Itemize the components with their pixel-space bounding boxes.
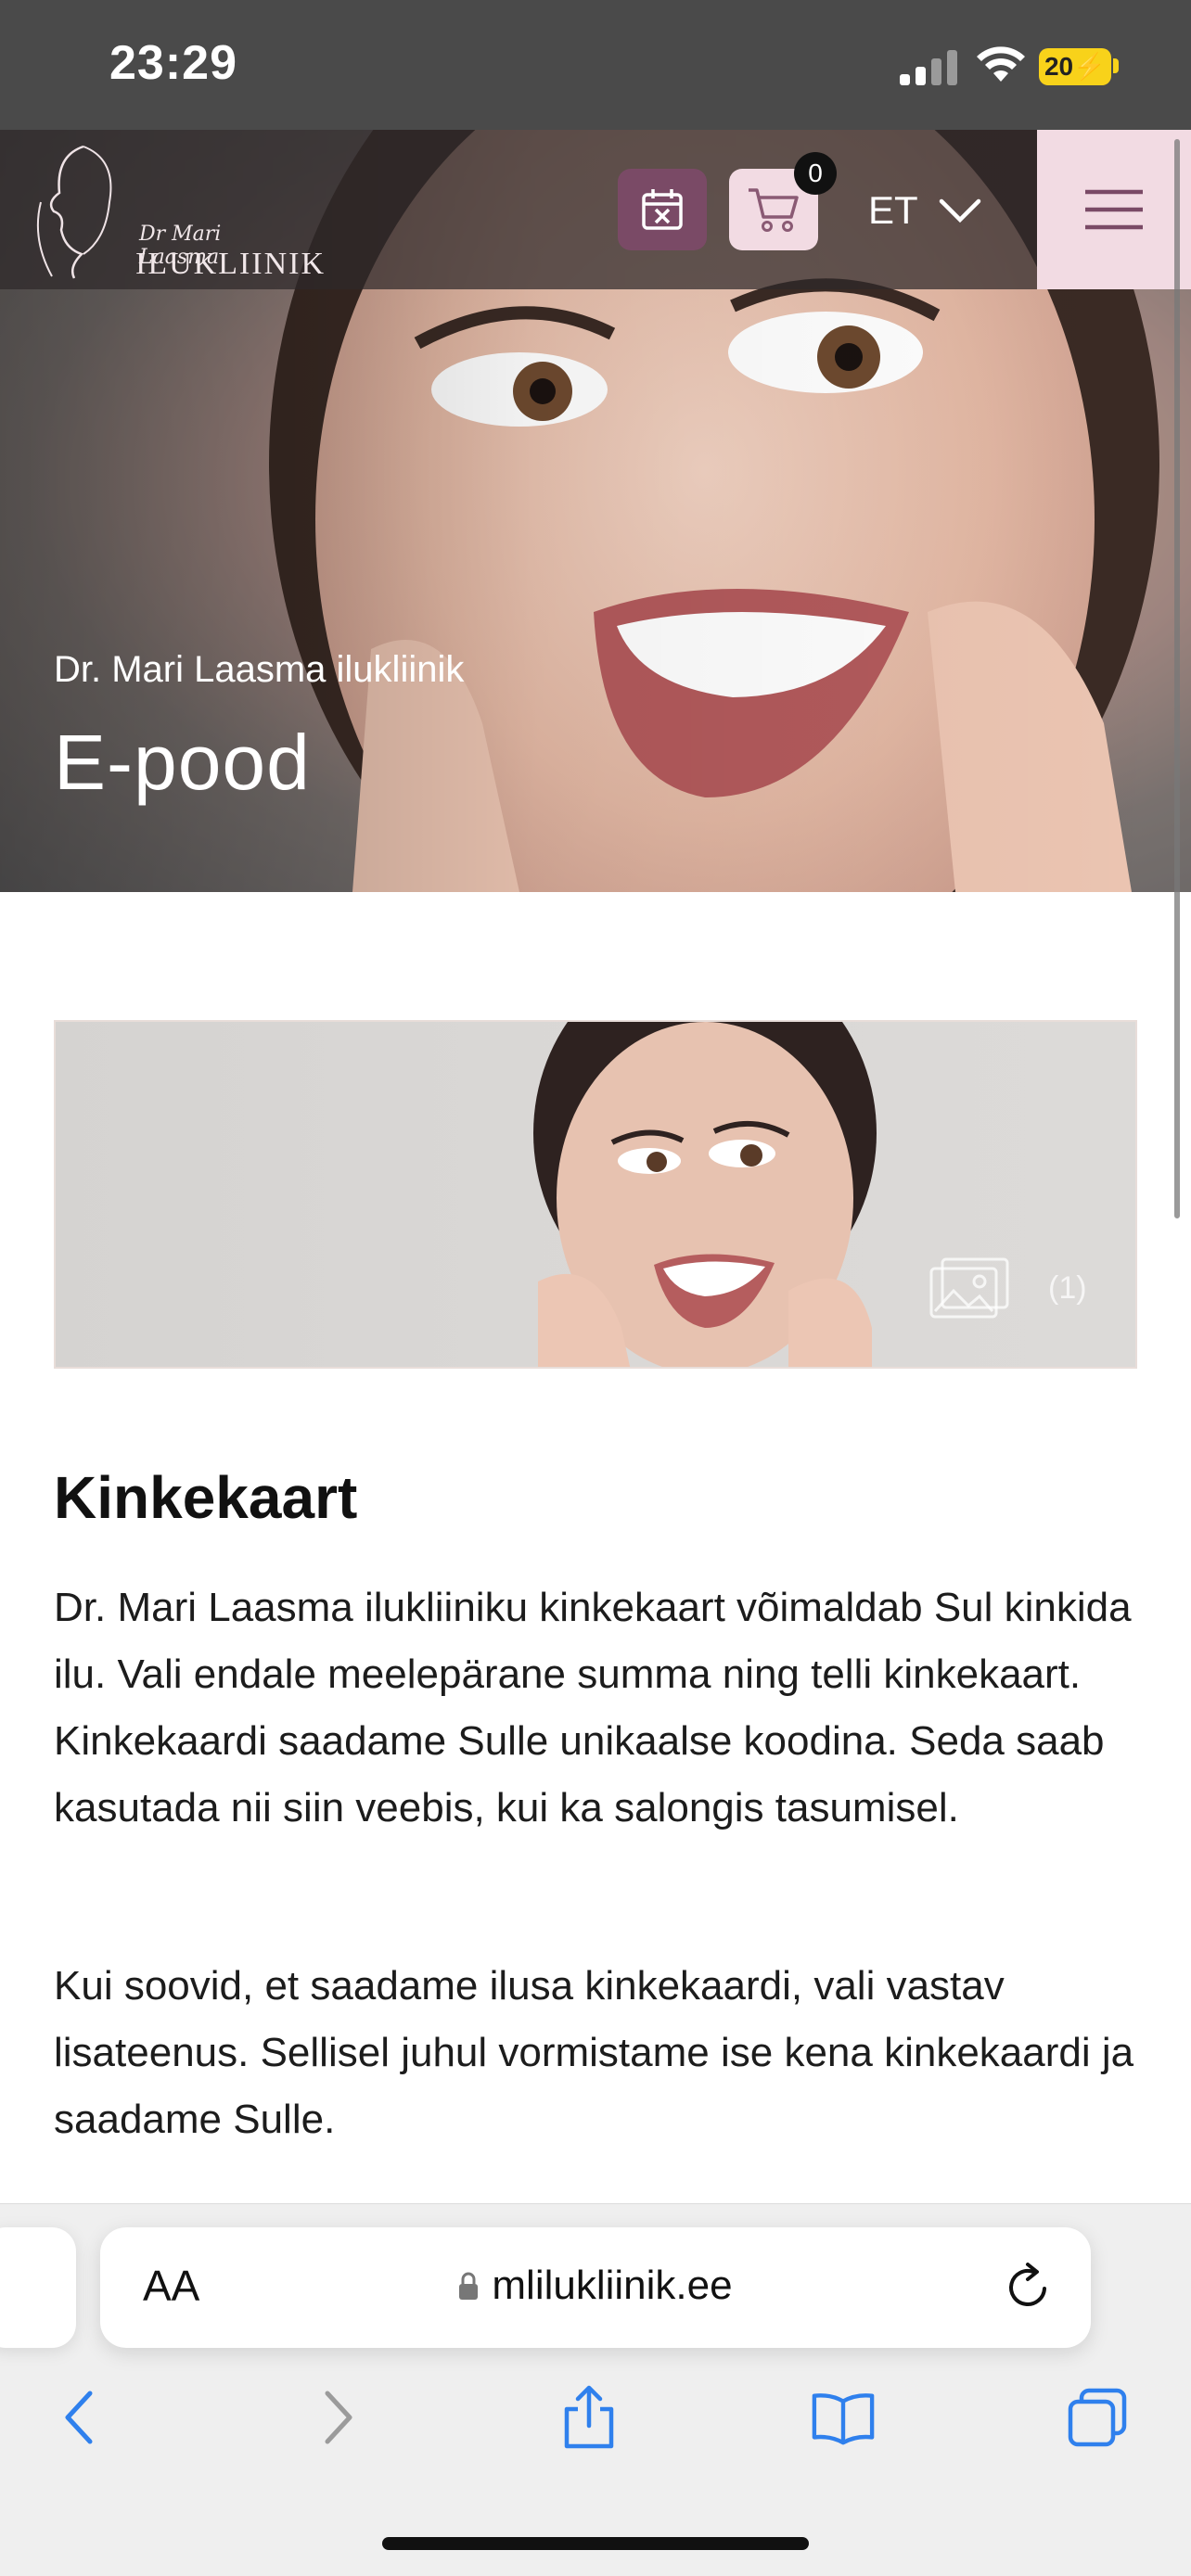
product-description-2: Kui soovid, et saadame ilusa kinkekaardi… [54, 1963, 1134, 2142]
back-button[interactable] [46, 2385, 111, 2450]
hamburger-menu-icon [1085, 189, 1143, 230]
battery-level: 20⚡ [1044, 52, 1107, 81]
menu-button[interactable] [1037, 130, 1191, 289]
battery-cap [1113, 58, 1119, 73]
url-text: mlilukliinik.ee [492, 2263, 733, 2308]
language-select[interactable]: ET [868, 178, 981, 243]
cart-count-badge: 0 [794, 152, 837, 195]
address-bar[interactable]: AA mlilukliinik.ee [100, 2227, 1091, 2348]
cart-icon [749, 188, 799, 232]
product-description-1: Dr. Mari Laasma ilukliiniku kinkekaart v… [54, 1585, 1132, 1830]
wifi-icon [977, 46, 1025, 82]
product-image-gallery[interactable]: (1) [54, 1020, 1137, 1369]
product-title: Kinkekaart [54, 1464, 358, 1531]
share-icon [564, 2385, 614, 2449]
home-indicator [382, 2537, 809, 2550]
previous-tab-preview[interactable] [0, 2227, 76, 2348]
gallery-icon [929, 1257, 1009, 1319]
page-title: E-pood [54, 719, 311, 806]
chevron-down-icon [939, 198, 980, 223]
hero-subtitle: Dr. Mari Laasma ilukliinik [54, 649, 465, 690]
site-logo[interactable]: Dr Mari Laasma ILUKLIINIK [28, 137, 324, 282]
status-bar: 23:29 20⚡ [0, 0, 1191, 130]
reload-icon[interactable] [1002, 2259, 1054, 2315]
share-button[interactable] [557, 2385, 621, 2450]
page-scrollbar[interactable] [1174, 139, 1180, 1218]
status-time: 23:29 [109, 36, 237, 90]
forward-button[interactable] [306, 2385, 371, 2450]
logo-face-icon [36, 145, 112, 279]
lock-icon [459, 2272, 479, 2300]
bookmarks-icon [812, 2393, 875, 2445]
calendar-icon [642, 189, 683, 230]
language-label: ET [868, 188, 918, 232]
bookmarks-button[interactable] [811, 2385, 876, 2450]
forward-icon [325, 2391, 352, 2444]
booking-button[interactable] [618, 169, 707, 250]
tabs-icon [1068, 2388, 1127, 2447]
back-icon [65, 2391, 93, 2444]
signal-icon [900, 50, 957, 85]
site-header: Dr Mari Laasma ILUKLIINIK 0 ET [0, 130, 1191, 289]
url-display[interactable]: mlilukliinik.ee [100, 2263, 1091, 2309]
gallery-count: (1) [1048, 1270, 1087, 1306]
tabs-button[interactable] [1065, 2385, 1130, 2450]
logo-name: ILUKLIINIK [135, 247, 327, 281]
